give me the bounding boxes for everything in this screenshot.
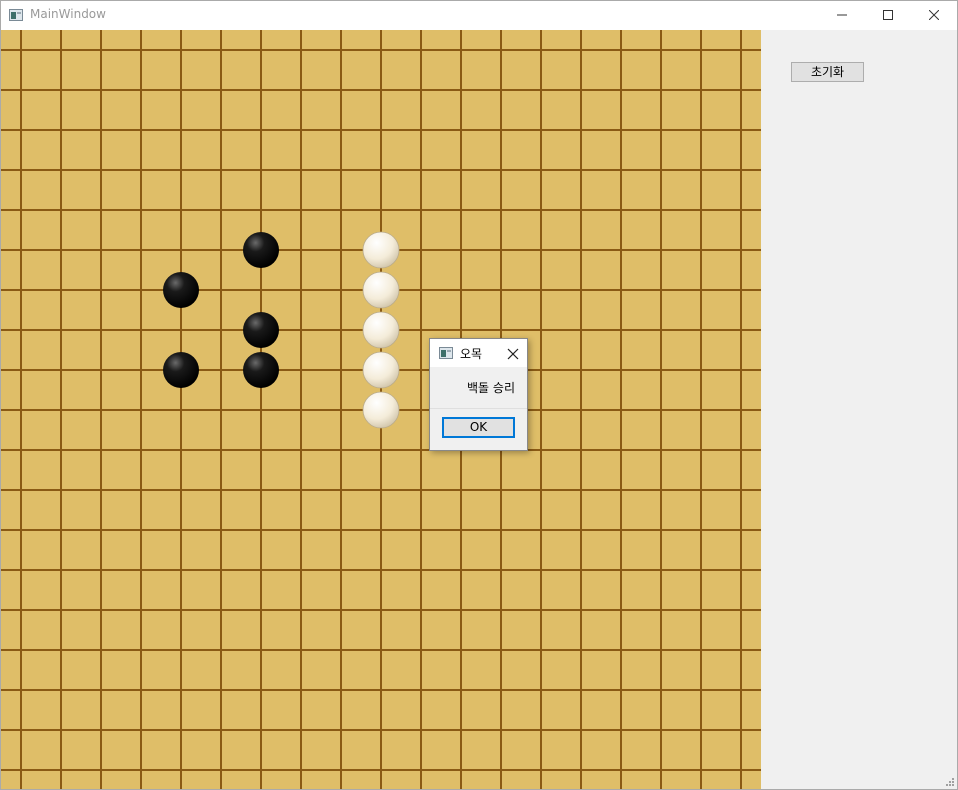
reset-button[interactable]: 초기화 bbox=[791, 62, 864, 82]
close-icon[interactable] bbox=[506, 347, 520, 361]
maximize-button[interactable] bbox=[865, 1, 911, 30]
white-stone bbox=[362, 351, 400, 389]
white-stone bbox=[362, 391, 400, 429]
omok-board[interactable] bbox=[1, 30, 761, 789]
app-window-icon bbox=[9, 9, 23, 21]
ok-button[interactable]: OK bbox=[442, 417, 515, 438]
dialog-message: 백돌 승리 bbox=[467, 381, 515, 395]
minimize-button[interactable] bbox=[819, 1, 865, 30]
result-dialog: 오목 백돌 승리 OK bbox=[429, 338, 528, 451]
dialog-title-bar[interactable]: 오목 bbox=[430, 339, 527, 367]
board-grid[interactable] bbox=[1, 30, 761, 789]
black-stone bbox=[163, 272, 199, 308]
main-window: MainWindow 초기화 오목 백돌 승리 OK bbox=[0, 0, 958, 790]
dialog-divider bbox=[430, 408, 527, 409]
window-title: MainWindow bbox=[30, 7, 106, 21]
black-stone bbox=[163, 352, 199, 388]
dialog-title: 오목 bbox=[460, 347, 483, 361]
black-stone bbox=[243, 232, 279, 268]
title-bar[interactable]: MainWindow bbox=[1, 1, 957, 30]
white-stone bbox=[362, 231, 400, 269]
app-window-icon bbox=[439, 347, 453, 359]
white-stone bbox=[362, 311, 400, 349]
close-button[interactable] bbox=[911, 1, 957, 30]
minimize-icon bbox=[837, 14, 847, 16]
maximize-icon bbox=[883, 10, 893, 20]
black-stone bbox=[243, 352, 279, 388]
white-stone bbox=[362, 271, 400, 309]
close-icon bbox=[929, 10, 939, 20]
resize-grip-icon[interactable] bbox=[945, 777, 955, 787]
black-stone bbox=[243, 312, 279, 348]
